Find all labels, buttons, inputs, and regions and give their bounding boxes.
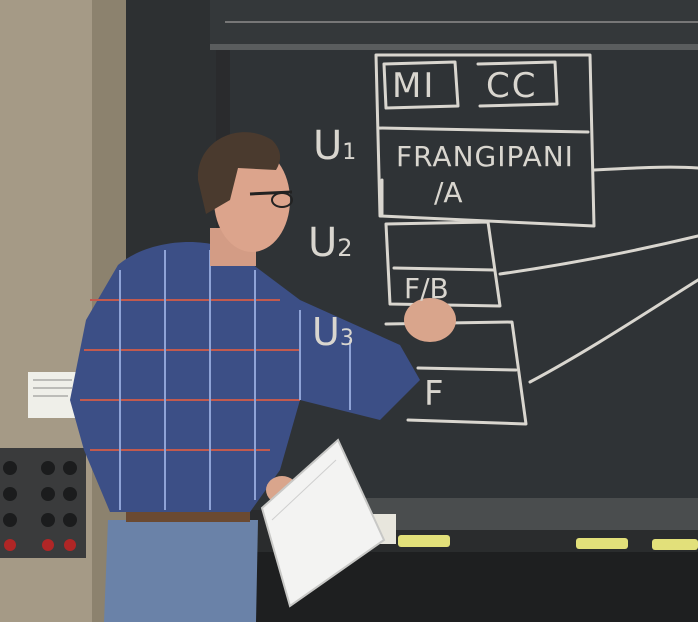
u3-label: U3 — [312, 310, 354, 354]
blackboard — [230, 50, 698, 510]
u2-subscript: 2 — [337, 234, 353, 262]
chalk-eraser — [652, 539, 698, 550]
box1-tag-left: MI — [392, 66, 436, 106]
wall-sign — [28, 372, 78, 418]
u2-letter: U — [308, 220, 338, 266]
upper-board-edge — [210, 44, 698, 50]
u1-letter: U — [313, 123, 343, 169]
board-trim — [360, 498, 698, 532]
upper-board — [210, 0, 698, 48]
u1-label: U1 — [313, 123, 356, 169]
box2-line: F/B — [404, 272, 449, 305]
chalk-eraser — [576, 538, 628, 549]
jeans — [104, 520, 258, 622]
u2-label: U2 — [308, 220, 353, 266]
u3-subscript: 3 — [339, 326, 354, 351]
box1-line2: /A — [434, 176, 463, 209]
chalk-eraser — [398, 535, 450, 547]
u1-subscript: 1 — [342, 140, 357, 165]
u3-letter: U — [312, 310, 340, 354]
box1-tag-right: CC — [486, 66, 538, 106]
box1-line1: FRANGIPANI — [396, 140, 574, 173]
box3-line: F — [424, 374, 444, 414]
lecture-scene: U1 U2 U3 MI CC FRANGIPANI /A F/B F — [0, 0, 698, 622]
